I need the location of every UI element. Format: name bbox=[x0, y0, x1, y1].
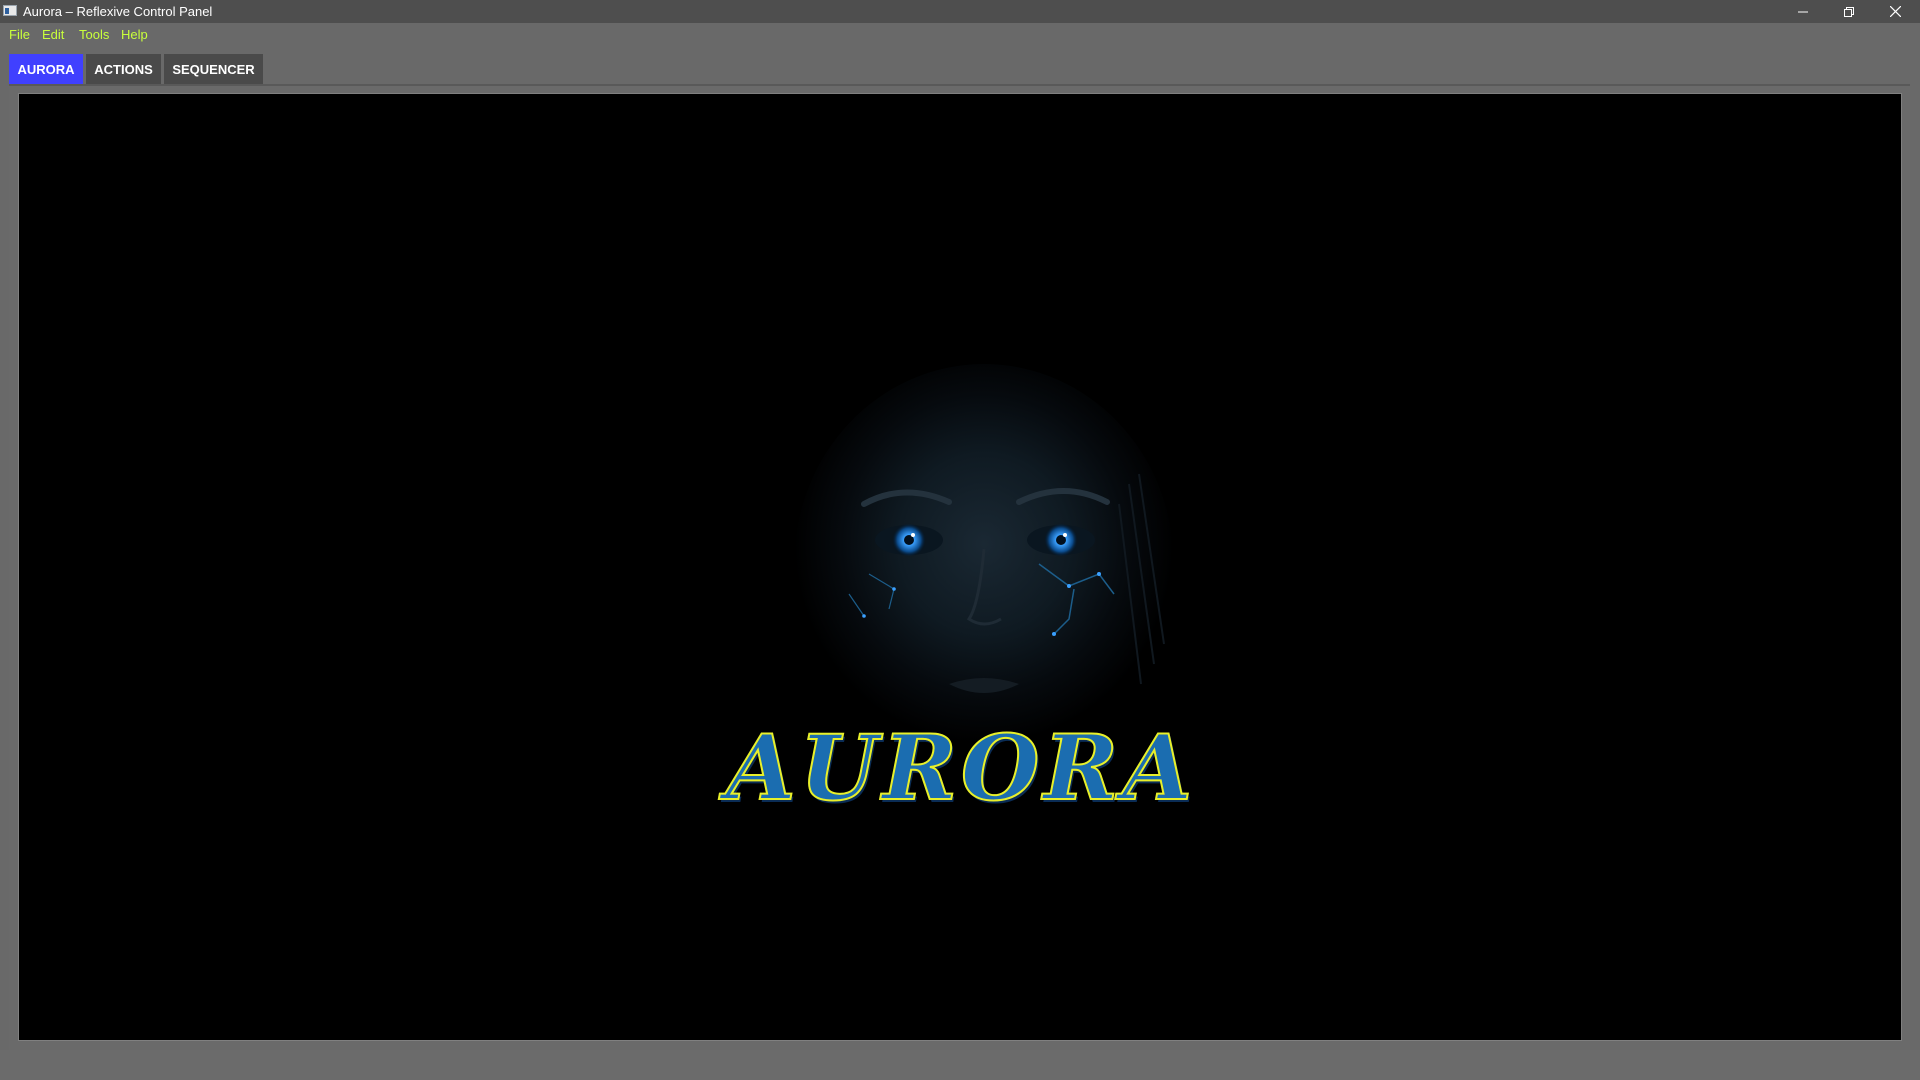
minimize-button[interactable] bbox=[1780, 0, 1826, 23]
restore-icon bbox=[1844, 6, 1854, 17]
aurora-logo-text: AURORA bbox=[725, 715, 1197, 821]
app-window: Aurora – Reflexive Control Panel File Ed… bbox=[0, 0, 1920, 1080]
menu-tools[interactable]: Tools bbox=[79, 27, 109, 42]
restore-button[interactable] bbox=[1826, 0, 1872, 23]
tab-actions[interactable]: ACTIONS bbox=[86, 54, 161, 84]
tab-content-panel: AURORA bbox=[9, 84, 1910, 1050]
minimize-icon bbox=[1798, 11, 1808, 12]
menu-help[interactable]: Help bbox=[121, 27, 148, 42]
title-bar[interactable]: Aurora – Reflexive Control Panel bbox=[0, 0, 1920, 23]
menu-edit[interactable]: Edit bbox=[42, 27, 64, 42]
menu-bar: File Edit Tools Help bbox=[0, 23, 1920, 46]
status-bar bbox=[0, 1050, 1920, 1080]
tab-aurora[interactable]: AURORA bbox=[9, 54, 83, 84]
app-window-icon bbox=[3, 5, 17, 16]
close-button[interactable] bbox=[1872, 0, 1918, 23]
close-icon bbox=[1889, 6, 1901, 17]
window-title: Aurora – Reflexive Control Panel bbox=[23, 4, 213, 19]
tab-sequencer[interactable]: SEQUENCER bbox=[164, 54, 263, 84]
menu-file[interactable]: File bbox=[9, 27, 30, 42]
splash-canvas: AURORA bbox=[18, 93, 1902, 1041]
